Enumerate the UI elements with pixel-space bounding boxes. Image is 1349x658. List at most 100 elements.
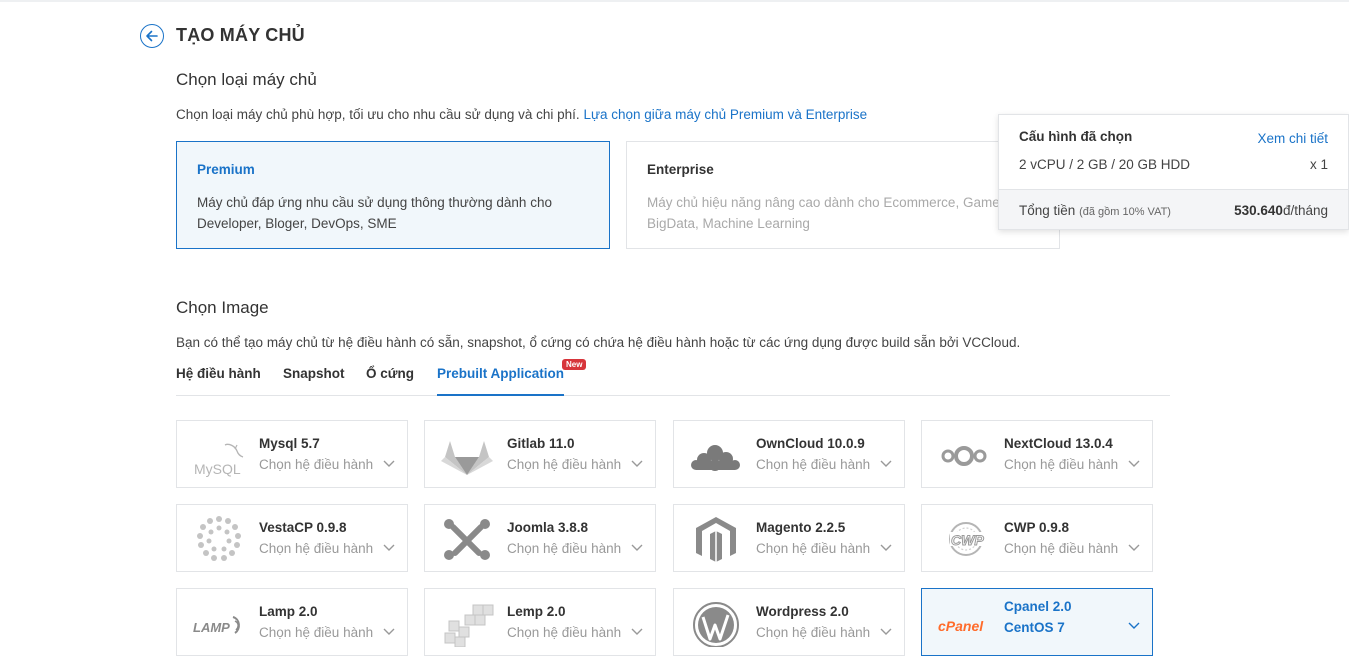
summary-footer: Tổng tiền (đã gồm 10% VAT) 530.640đ/thán… — [999, 189, 1348, 229]
cpanel-logo-text: cPanel — [938, 618, 984, 634]
server-type-enterprise[interactable]: Enterprise Máy chủ hiệu năng nâng cao dà… — [626, 141, 1060, 249]
top-border — [0, 0, 1349, 2]
app-name: Lemp 2.0 — [507, 604, 566, 619]
chevron-down-icon[interactable] — [383, 460, 395, 468]
server-type-title: Enterprise — [647, 162, 714, 177]
app-card-vestacp[interactable]: VestaCP 0.9.8 Chọn hệ điều hành — [176, 504, 408, 572]
back-button[interactable] — [140, 24, 164, 48]
nextcloud-logo-icon — [941, 446, 987, 466]
app-os-select[interactable]: Chọn hệ điều hành — [259, 457, 373, 472]
new-badge: New — [562, 359, 587, 370]
summary-quantity: x 1 — [1309, 157, 1328, 172]
app-os-select[interactable]: Chọn hệ điều hành — [507, 625, 621, 640]
app-name: NextCloud 13.0.4 — [1004, 436, 1113, 451]
app-card-gitlab[interactable]: Gitlab 11.0 Chọn hệ điều hành — [424, 420, 656, 488]
total-price-unit: đ/tháng — [1282, 203, 1328, 218]
app-card-cwp[interactable]: CWP CWP 0.9.8 Chọn hệ điều hành — [921, 504, 1153, 572]
cwp-logo-icon: CWP — [949, 522, 985, 556]
app-name: Gitlab 11.0 — [507, 436, 575, 451]
server-type-desc-line: Máy chủ đáp ứng nhu cầu sử dụng thông th… — [197, 195, 552, 210]
lemp-logo-icon — [444, 604, 494, 647]
chevron-down-icon[interactable] — [631, 460, 643, 468]
server-type-heading: Chọn loại máy chủ — [176, 70, 317, 89]
chevron-down-icon[interactable] — [880, 544, 892, 552]
chevron-down-icon[interactable] — [383, 628, 395, 636]
app-card-owncloud[interactable]: OwnCloud 10.0.9 Chọn hệ điều hành — [673, 420, 905, 488]
gitlab-logo-icon — [441, 441, 493, 475]
app-os-select[interactable]: Chọn hệ điều hành — [259, 625, 373, 640]
mysql-logo-icon: MySQL — [194, 443, 244, 477]
chevron-down-icon[interactable] — [880, 460, 892, 468]
app-card-nextcloud[interactable]: NextCloud 13.0.4 Chọn hệ điều hành — [921, 420, 1153, 488]
view-details-link[interactable]: Xem chi tiết — [1257, 131, 1328, 146]
app-os-select[interactable]: Chọn hệ điều hành — [1004, 457, 1118, 472]
owncloud-logo-icon — [691, 445, 740, 471]
server-type-premium[interactable]: Premium Máy chủ đáp ứng nhu cầu sử dụng … — [176, 141, 610, 249]
image-tabs: Hệ điều hành Snapshot Ổ cứng Prebuilt Ap… — [176, 359, 1170, 396]
config-summary-panel: Cấu hình đã chọn Xem chi tiết 2 vCPU / 2… — [998, 114, 1349, 230]
chevron-down-icon[interactable] — [1128, 622, 1140, 630]
wordpress-logo-icon — [693, 602, 739, 647]
tab-prebuilt-application[interactable]: Prebuilt Application — [437, 366, 565, 396]
server-type-desc-line: Máy chủ hiệu năng nâng cao dành cho Ecom… — [647, 195, 1004, 210]
total-price: 530.640đ/tháng — [1234, 203, 1328, 218]
app-os-select[interactable]: Chọn hệ điều hành — [756, 457, 870, 472]
app-card-wordpress[interactable]: Wordpress 2.0 Chọn hệ điều hành — [673, 588, 905, 656]
app-name: Wordpress 2.0 — [756, 604, 849, 619]
cpanel-logo-icon: cPanel — [938, 618, 984, 634]
server-type-description: Chọn loại máy chủ phù hợp, tối ưu cho nh… — [176, 107, 867, 122]
vestacp-logo-icon — [197, 516, 241, 561]
total-price-value: 530.640 — [1234, 203, 1283, 218]
chevron-down-icon[interactable] — [1128, 460, 1140, 468]
server-type-description-text: Chọn loại máy chủ phù hợp, tối ưu cho nh… — [176, 107, 580, 122]
vat-note: (đã gồm 10% VAT) — [1079, 206, 1171, 218]
app-os-select[interactable]: Chọn hệ điều hành — [259, 541, 373, 556]
server-type-desc-line: BigData, Machine Learning — [647, 216, 810, 231]
app-card-magento[interactable]: Magento 2.2.5 Chọn hệ điều hành — [673, 504, 905, 572]
app-name: Mysql 5.7 — [259, 436, 320, 451]
app-card-lemp[interactable]: Lemp 2.0 Chọn hệ điều hành — [424, 588, 656, 656]
cwp-logo-text: CWP — [951, 532, 984, 548]
app-name: Magento 2.2.5 — [756, 520, 846, 535]
server-type-desc: Máy chủ đáp ứng nhu cầu sử dụng thông th… — [197, 192, 589, 234]
app-os-select[interactable]: Chọn hệ điều hành — [507, 457, 621, 472]
app-os-select[interactable]: Chọn hệ điều hành — [756, 625, 870, 640]
server-type-desc: Máy chủ hiệu năng nâng cao dành cho Ecom… — [647, 192, 1039, 234]
server-type-desc-line: Developer, Bloger, DevOps, SME — [197, 216, 397, 231]
page-title: TẠO MÁY CHỦ — [176, 25, 305, 45]
chevron-down-icon[interactable] — [383, 544, 395, 552]
magento-logo-icon — [696, 517, 736, 562]
chevron-down-icon[interactable] — [631, 628, 643, 636]
app-card-cpanel[interactable]: cPanel Cpanel 2.0 CentOS 7 — [921, 588, 1153, 656]
app-os-select[interactable]: Chọn hệ điều hành — [1004, 541, 1118, 556]
lamp-logo-icon: LAMP — [193, 616, 240, 635]
app-os-select[interactable]: Chọn hệ điều hành — [507, 541, 621, 556]
app-os-select[interactable]: CentOS 7 — [1004, 620, 1065, 635]
total-label-text: Tổng tiền — [1019, 203, 1076, 218]
app-name: OwnCloud 10.0.9 — [756, 436, 865, 451]
app-name: Cpanel 2.0 — [1004, 599, 1072, 614]
tab-disk[interactable]: Ổ cứng — [366, 366, 414, 396]
app-name: CWP 0.9.8 — [1004, 520, 1070, 535]
image-heading: Chọn Image — [176, 298, 269, 317]
tab-os[interactable]: Hệ điều hành — [176, 366, 261, 396]
app-name: VestaCP 0.9.8 — [259, 520, 347, 535]
chevron-down-icon[interactable] — [1128, 544, 1140, 552]
tab-snapshot[interactable]: Snapshot — [283, 366, 345, 396]
app-card-mysql[interactable]: MySQL Mysql 5.7 Chọn hệ điều hành — [176, 420, 408, 488]
mysql-logo-text: MySQL — [194, 461, 241, 477]
compare-link[interactable]: Lựa chọn giữa máy chủ Premium và Enterpr… — [583, 107, 867, 122]
chevron-down-icon[interactable] — [631, 544, 643, 552]
image-description: Bạn có thể tạo máy chủ từ hệ điều hành c… — [176, 335, 1021, 350]
summary-title: Cấu hình đã chọn — [1019, 129, 1133, 144]
app-os-select[interactable]: Chọn hệ điều hành — [756, 541, 870, 556]
summary-config: 2 vCPU / 2 GB / 20 GB HDD — [1019, 157, 1191, 172]
app-card-lamp[interactable]: LAMP Lamp 2.0 Chọn hệ điều hành — [176, 588, 408, 656]
app-name: Lamp 2.0 — [259, 604, 318, 619]
server-type-title: Premium — [197, 162, 255, 177]
app-card-joomla[interactable]: Joomla 3.8.8 Chọn hệ điều hành — [424, 504, 656, 572]
chevron-down-icon[interactable] — [880, 628, 892, 636]
total-label: Tổng tiền (đã gồm 10% VAT) — [1019, 203, 1171, 218]
app-name: Joomla 3.8.8 — [507, 520, 589, 535]
joomla-logo-icon — [444, 519, 490, 560]
